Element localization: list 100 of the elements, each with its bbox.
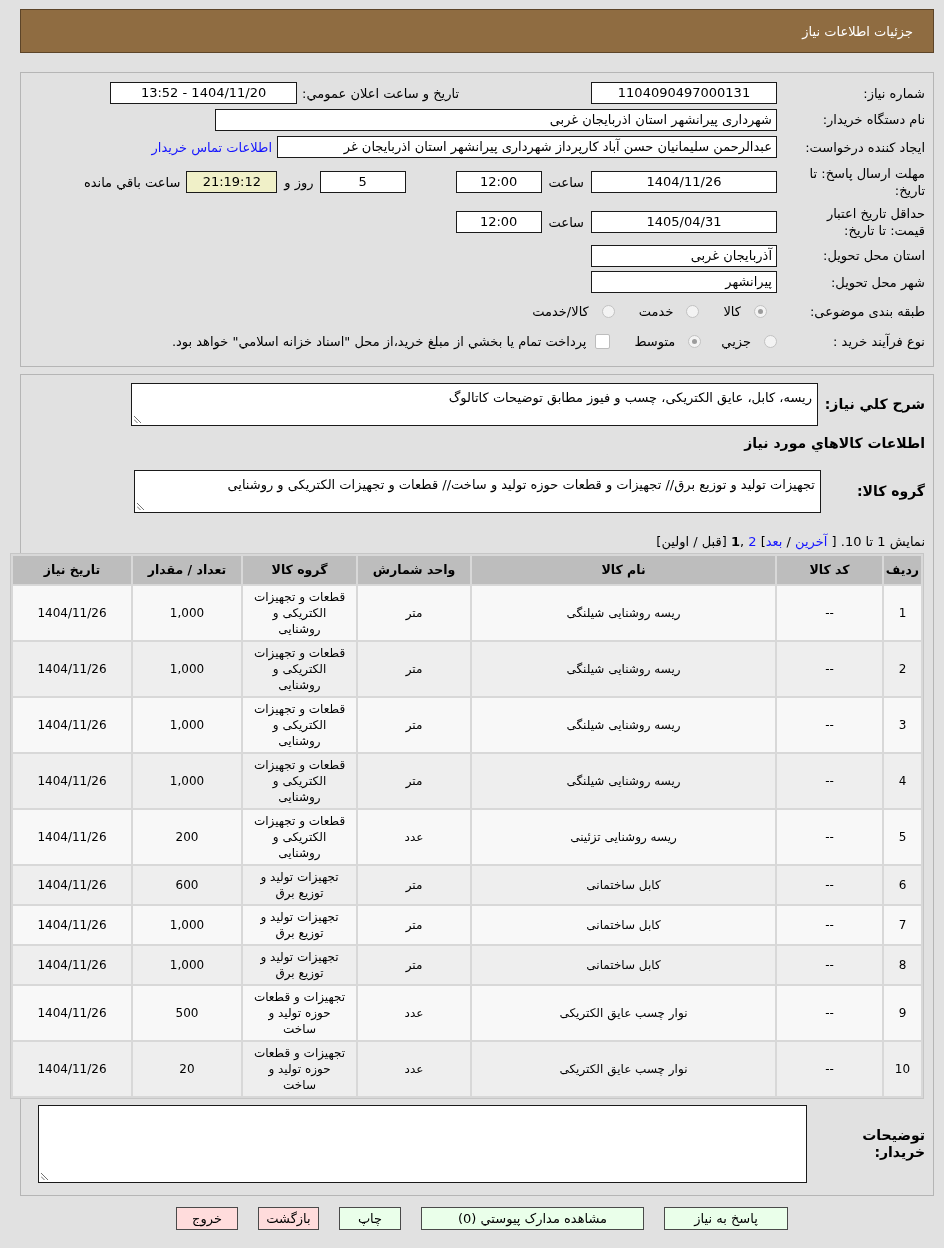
field-label: نام دستگاه خريدار: — [822, 111, 925, 128]
resize-grip-icon[interactable] — [137, 503, 144, 510]
table-cell: متر — [358, 906, 470, 944]
reply-button[interactable]: پاسخ به نياز — [664, 1207, 788, 1230]
table-cell: تجهیزات تولید و توزیع برق — [243, 866, 356, 904]
radio-button[interactable] — [764, 334, 777, 348]
table-cell: تجهیزات تولید و توزیع برق — [243, 906, 356, 944]
option-label: جزيي — [721, 333, 751, 349]
validity-date-field[interactable]: 1405/04/31 — [591, 211, 777, 233]
radio-button[interactable] — [601, 304, 615, 318]
announcement-date-field[interactable]: 1404/11/20 - 13:52 — [110, 82, 298, 104]
table-cell: کابل ساختمانی — [472, 946, 775, 984]
deadline-time-field[interactable]: 12:00 — [455, 171, 542, 193]
goods-group-field[interactable]: تجهیزات تولید و توزیع برق// تجهیزات و قطعات حوزه تولید و ساخت// قطعات و تجهیزات الکتریکی و روشنایی — [134, 470, 821, 513]
table-cell: قطعات و تجهیزات الکتریکی و روشنایی — [243, 754, 356, 808]
table-cell: 1 — [884, 586, 921, 640]
radio-button[interactable] — [688, 334, 702, 348]
pagination-link[interactable]: 2 — [748, 534, 757, 549]
table-cell: نوار چسب عایق الکتریکی — [472, 1042, 775, 1096]
table-cell: 1,000 — [133, 754, 241, 808]
attachments-button[interactable]: مشاهده مدارک پيوستي (0) — [421, 1207, 644, 1230]
table-cell: نوار چسب عایق الکتریکی — [472, 986, 775, 1040]
table-cell: -- — [777, 586, 882, 640]
table-cell: 2 — [884, 642, 921, 696]
description-field[interactable]: ریسه، کابل، عایق الکتریکی، چسب و فیوز مطابق توضیحات کاتالوگ — [131, 383, 818, 426]
field-label: ساعت باقي مانده — [83, 174, 181, 190]
requester-field[interactable]: عبدالرحمن سلیمانیان حسن آباد کارپرداز شهرداری پیرانشهر استان اذربایجان غر — [277, 136, 777, 158]
table-cell: -- — [777, 698, 882, 752]
table-cell: متر — [358, 698, 470, 752]
checkbox-label: پرداخت تمام يا بخشي از مبلغ خريد،از محل "اسناد خزانه اسلامي" خواهد بود. — [171, 333, 587, 349]
buyer-contact-link[interactable]: اطلاعات تماس خريدار — [151, 139, 272, 155]
table-cell: -- — [777, 1042, 882, 1096]
table-cell: عدد — [358, 986, 470, 1040]
table-cell: عدد — [358, 1042, 470, 1096]
table-cell: 1,000 — [133, 946, 241, 984]
field-label: نوع فرآيند خريد : — [833, 332, 925, 350]
field-label: ساعت — [548, 214, 584, 230]
radio-button[interactable] — [686, 304, 700, 318]
table-cell: قطعات و تجهیزات الکتریکی و روشنایی — [243, 586, 356, 640]
table-cell: 1404/11/26 — [13, 1042, 131, 1096]
days-left-field[interactable]: 5 — [319, 171, 406, 193]
table-cell: 3 — [884, 698, 921, 752]
resize-grip-icon[interactable] — [134, 416, 141, 423]
province-field[interactable]: آذربایجان غربی — [591, 244, 777, 267]
field-label: روز و — [284, 174, 314, 190]
field-label: طبقه بندی موضوعی: — [809, 302, 925, 320]
table-cell: 1404/11/26 — [13, 698, 131, 752]
table-cell: قطعات و تجهیزات الکتریکی و روشنایی — [243, 698, 356, 752]
validity-time-field[interactable]: 12:00 — [455, 211, 542, 233]
table-cell: ریسه روشنایی شیلنگی — [472, 586, 775, 640]
radio-button[interactable] — [754, 304, 767, 318]
field-label: ساعت — [548, 174, 584, 190]
page-title: جزئيات اطلاعات نياز — [802, 23, 913, 39]
option-label: کالا/خدمت — [532, 303, 589, 319]
table-cell: 8 — [884, 946, 921, 984]
notes-field[interactable] — [38, 1105, 807, 1183]
buyer-org-field[interactable]: شهرداری پیرانشهر استان اذربایجان غربی — [215, 108, 777, 131]
table-cell: -- — [777, 986, 882, 1040]
table-cell: 1404/11/26 — [13, 906, 131, 944]
need-number-field[interactable]: 1104090497000131 — [591, 82, 777, 104]
table-cell: 1,000 — [133, 586, 241, 640]
field-label: تاريخ و ساعت اعلان عمومي: — [302, 85, 459, 101]
field-label: گروه کالا: — [856, 483, 925, 500]
table-cell: 1404/11/26 — [13, 586, 131, 640]
deadline-date-field[interactable]: 1404/11/26 — [591, 171, 777, 193]
table-cell: متر — [358, 946, 470, 984]
back-button[interactable]: بازگشت — [258, 1207, 319, 1230]
city-field[interactable]: پیرانشهر — [591, 271, 777, 293]
table-cell: 1,000 — [133, 906, 241, 944]
option-label: خدمت — [638, 303, 674, 319]
table-cell: متر — [358, 754, 470, 808]
table-cell: -- — [777, 642, 882, 696]
field-label: شرح کلي نياز: — [824, 396, 925, 413]
checkbox[interactable] — [595, 333, 611, 349]
option-label: متوسط — [634, 333, 676, 349]
field-label: توضيحات خريدار: — [861, 1127, 925, 1161]
table-cell: 10 — [884, 1042, 921, 1096]
table-cell: 200 — [133, 810, 241, 864]
table-cell: -- — [777, 906, 882, 944]
pagination-link[interactable]: آخرين — [795, 534, 828, 549]
option-label: کالا — [723, 303, 741, 319]
table-cell: 500 — [133, 986, 241, 1040]
table-cell: قطعات و تجهیزات الکتریکی و روشنایی — [243, 642, 356, 696]
field-label: شهر محل تحويل: — [830, 273, 925, 291]
column-header: کد کالا — [777, 556, 882, 584]
table-cell: متر — [358, 586, 470, 640]
table-cell: 600 — [133, 866, 241, 904]
print-button[interactable]: چاپ — [339, 1207, 401, 1230]
section-heading: اطلاعات کالاهاي مورد نياز — [744, 435, 925, 451]
column-header: تعداد / مقدار — [133, 556, 241, 584]
time-left-field[interactable]: 21:19:12 — [186, 171, 278, 193]
field-label: ايجاد کننده درخواست: — [805, 138, 925, 156]
table-cell: 7 — [884, 906, 921, 944]
table-cell: 1404/11/26 — [13, 642, 131, 696]
resize-grip-icon[interactable] — [41, 1173, 48, 1180]
table-cell: ریسه روشنایی شیلنگی — [472, 642, 775, 696]
table-cell: ریسه روشنایی تزئینی — [472, 810, 775, 864]
table-cell: 1404/11/26 — [13, 946, 131, 984]
exit-button[interactable]: خروج — [176, 1207, 238, 1230]
pagination-link[interactable]: بعد — [765, 534, 783, 549]
